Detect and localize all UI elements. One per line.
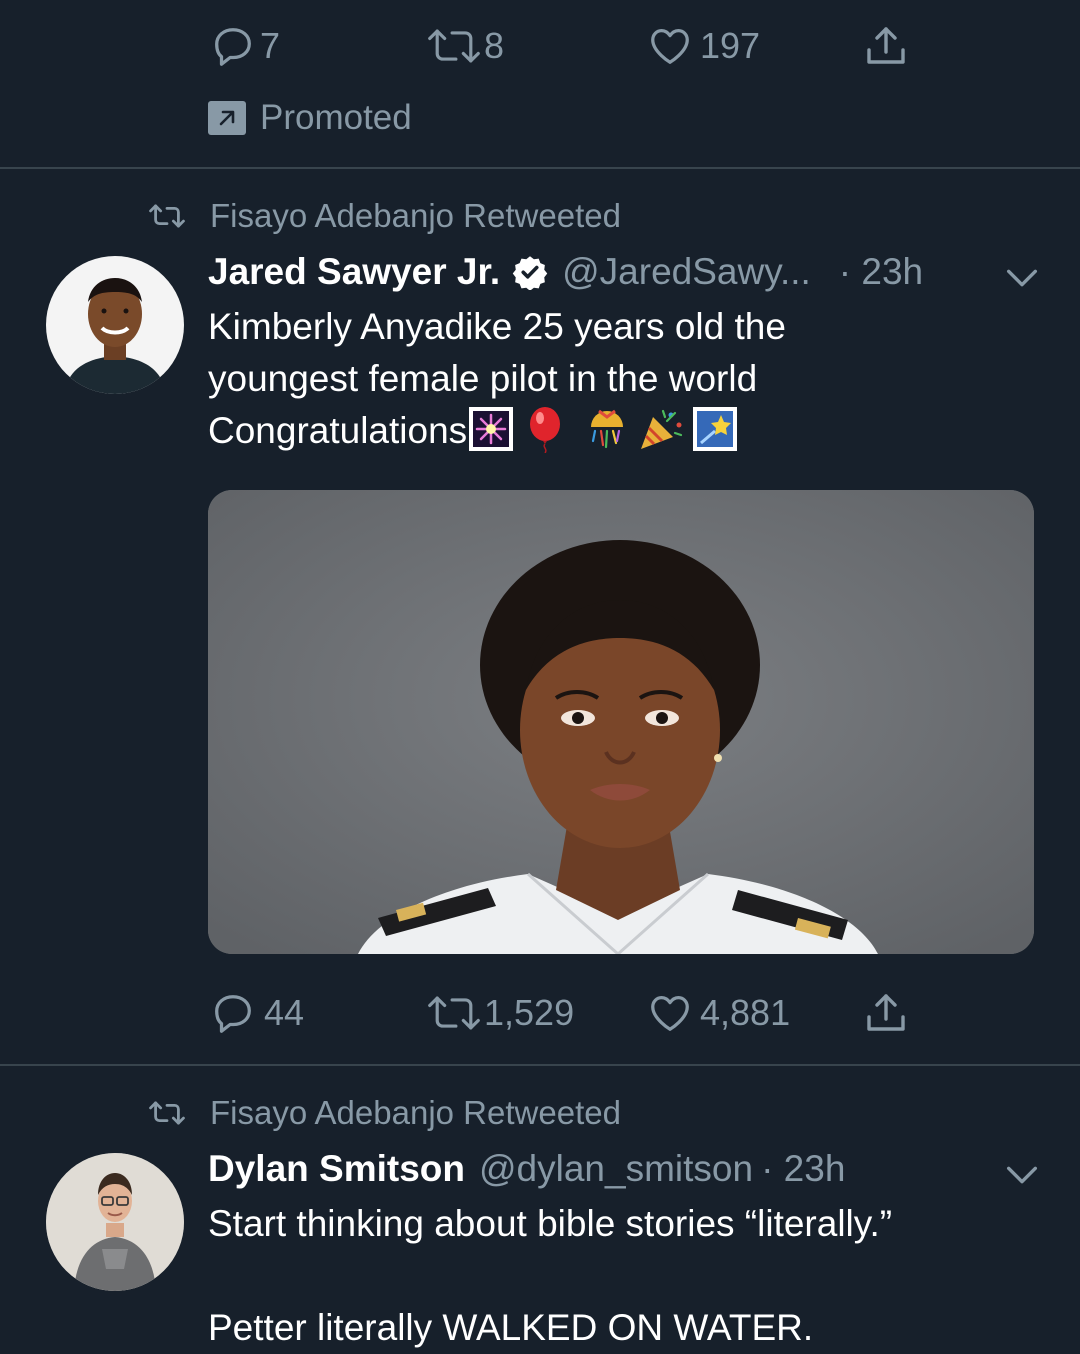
retweeted-by-line: Fisayo Adebanjo Retweeted xyxy=(148,1093,621,1133)
tweet-text-congrats: Congratulations xyxy=(208,410,468,451)
promoted-label: Promoted xyxy=(260,98,412,137)
avatar-image xyxy=(46,1153,184,1291)
reply-count: 7 xyxy=(260,25,281,66)
retweet-small-icon xyxy=(149,1101,185,1125)
tweet-actions: 44 1,529 4,881 xyxy=(208,988,928,1038)
verified-badge-icon xyxy=(512,256,548,290)
retweet-button[interactable]: 8 xyxy=(426,21,504,71)
retweet-icon xyxy=(428,29,480,63)
tweet-text-line: Petter literally WALKED ON WATER. xyxy=(208,1307,814,1348)
avatar[interactable] xyxy=(46,256,184,394)
retweeted-by-line: Fisayo Adebanjo Retweeted xyxy=(148,196,621,236)
tweet-text-line: Kimberly Anyadike 25 years old the xyxy=(208,306,786,347)
author-handle[interactable]: @dylan_smitson xyxy=(479,1148,753,1190)
share-button[interactable] xyxy=(862,21,910,71)
tweet-photo[interactable] xyxy=(208,490,1034,954)
retweeted-by-text: Fisayo Adebanjo Retweeted xyxy=(210,1094,621,1131)
top-tweet-actions: 7 8 197 xyxy=(208,21,928,71)
reply-button[interactable]: 44 xyxy=(210,988,304,1038)
heart-icon xyxy=(651,996,689,1031)
author-name[interactable]: Dylan Smitson xyxy=(208,1148,465,1190)
tweet-text: Start thinking about bible stories “lite… xyxy=(208,1198,1008,1354)
like-count: 4,881 xyxy=(700,992,791,1033)
tweet-text-line: youngest female pilot in the world xyxy=(208,358,758,399)
avatar[interactable] xyxy=(46,1153,184,1291)
tweet-divider xyxy=(0,167,1080,169)
reply-count: 44 xyxy=(264,992,305,1033)
balloon-emoji-icon xyxy=(530,407,561,453)
retweet-count: 1,529 xyxy=(484,992,575,1033)
share-button[interactable] xyxy=(862,988,910,1038)
author-name[interactable]: Jared Sawyer Jr. xyxy=(208,251,500,293)
tweet-text-line: Start thinking about bible stories “lite… xyxy=(208,1203,893,1244)
retweet-count: 8 xyxy=(484,25,505,66)
like-button[interactable]: 4,881 xyxy=(646,988,790,1038)
shooting-star-emoji-icon xyxy=(693,407,738,451)
avatar-image xyxy=(46,256,184,394)
author-handle[interactable]: @JaredSawy... xyxy=(562,251,811,293)
like-button[interactable]: 197 xyxy=(646,21,760,71)
tweet-divider xyxy=(0,1064,1080,1066)
share-icon xyxy=(867,27,905,64)
share-icon xyxy=(867,994,905,1031)
retweet-icon xyxy=(428,996,480,1030)
retweet-small-icon xyxy=(149,204,185,228)
tweet-text: Kimberly Anyadike 25 years old the young… xyxy=(208,301,1008,457)
reply-icon xyxy=(215,28,251,66)
promoted-row: Promoted xyxy=(208,98,412,138)
like-count: 197 xyxy=(700,25,761,66)
tweet-time[interactable]: · 23h xyxy=(761,1148,845,1190)
fireworks-emoji-icon xyxy=(469,407,514,451)
chevron-down-icon[interactable] xyxy=(1002,1155,1042,1195)
tweet-header: Dylan Smitson @dylan_smitson · 23h xyxy=(208,1144,845,1194)
chevron-down-icon[interactable] xyxy=(1002,258,1042,298)
retweet-button[interactable]: 1,529 xyxy=(426,988,574,1038)
retweeted-by-text: Fisayo Adebanjo Retweeted xyxy=(210,197,621,234)
tweet-time[interactable]: · 23h xyxy=(839,251,923,293)
promoted-icon xyxy=(208,101,246,135)
heart-icon xyxy=(651,29,689,64)
tweet-header: Jared Sawyer Jr. @JaredSawy... · 23h xyxy=(208,247,923,297)
tweet-text-spacer xyxy=(208,1250,1008,1302)
reply-icon xyxy=(215,995,251,1033)
confetti-ball-emoji-icon xyxy=(591,409,624,449)
photo-portrait-image xyxy=(208,490,1034,954)
reply-button[interactable]: 7 xyxy=(210,21,280,71)
party-popper-emoji-icon xyxy=(641,409,683,449)
tweet-text-line-emoji: Congratulations xyxy=(208,405,1008,457)
